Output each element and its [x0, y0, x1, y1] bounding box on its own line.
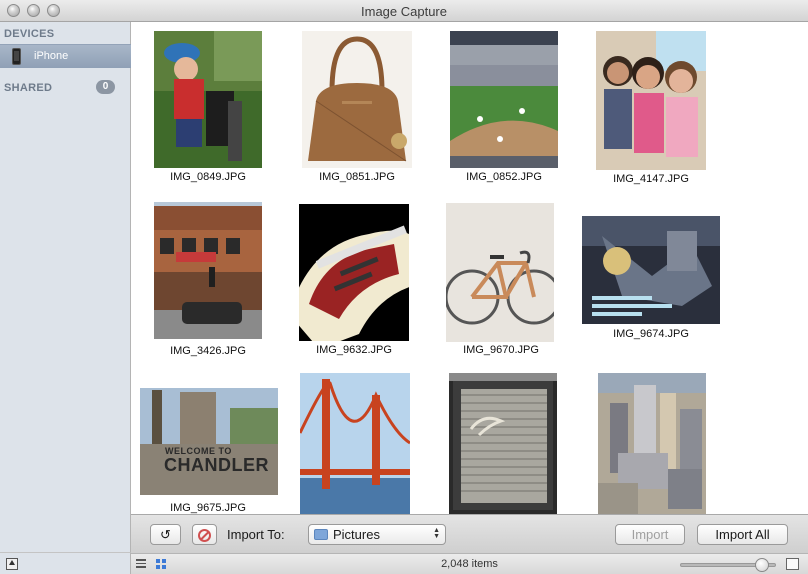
- photo-filename: IMG_9674.JPG: [613, 328, 689, 340]
- photo-grid: IMG_0849.JPG IMG_0851.JPG IMG_0852.JPG I…: [131, 22, 808, 514]
- status-bar: 2,048 items: [131, 553, 808, 574]
- photo-thumbnail[interactable]: [449, 373, 557, 514]
- sidebar-item-label: iPhone: [34, 50, 69, 62]
- photo-filename: IMG_0849.JPG: [170, 171, 246, 183]
- rotate-left-icon: ↺: [160, 527, 171, 542]
- photo-thumbnail[interactable]: [450, 31, 558, 168]
- import-all-button[interactable]: Import All: [697, 524, 788, 545]
- rotate-left-button[interactable]: ↺: [150, 524, 181, 545]
- photo-thumbnail[interactable]: [582, 216, 720, 324]
- thumbnail-size-slider-knob[interactable]: [755, 558, 769, 572]
- title-bar: Image Capture: [0, 0, 808, 22]
- window-title: Image Capture: [361, 4, 447, 19]
- photo-filename: IMG_9670.JPG: [463, 344, 539, 356]
- photo-filename: IMG_9632.JPG: [316, 344, 392, 356]
- import-destination-select[interactable]: Pictures ▲ ▼: [308, 524, 446, 545]
- photo-thumbnail[interactable]: [598, 373, 706, 514]
- photo-filename: IMG_0852.JPG: [466, 171, 542, 183]
- sidebar: DEVICES iPhone SHARED 0: [0, 22, 131, 552]
- sidebar-item-iphone[interactable]: iPhone: [0, 44, 131, 68]
- delete-icon: [198, 529, 211, 542]
- photo-filename: IMG_9675.JPG: [170, 502, 246, 514]
- import-toolbar: ↺ Import To: Pictures ▲ ▼ Import Import A…: [131, 514, 808, 553]
- photo-thumbnail[interactable]: [154, 31, 262, 168]
- popup-arrows-icon: ▲ ▼: [433, 527, 440, 540]
- folder-icon: [314, 529, 328, 540]
- large-thumbnail-icon: [786, 558, 799, 570]
- import-button[interactable]: Import: [615, 524, 685, 545]
- import-to-label: Import To:: [227, 527, 285, 542]
- sign-text-chandler: CHANDLER: [164, 455, 269, 475]
- import-destination-value: Pictures: [333, 527, 380, 542]
- photo-thumbnail[interactable]: [596, 31, 706, 170]
- shared-count-badge: 0: [96, 80, 115, 94]
- photo-filename: IMG_3426.JPG: [170, 345, 246, 357]
- photo-filename: IMG_0851.JPG: [319, 171, 395, 183]
- devices-heading: DEVICES: [4, 28, 55, 40]
- show-hide-sidebar-icon[interactable]: [6, 558, 18, 570]
- photo-thumbnail[interactable]: [140, 388, 278, 495]
- shared-heading: SHARED: [4, 82, 53, 94]
- photo-thumbnail[interactable]: [446, 203, 554, 342]
- photo-thumbnail[interactable]: [302, 31, 412, 168]
- photo-filename: IMG_4147.JPG: [613, 173, 689, 185]
- iphone-icon: [12, 48, 21, 65]
- photo-thumbnail[interactable]: [154, 202, 262, 339]
- delete-button[interactable]: [192, 524, 217, 545]
- photo-thumbnail[interactable]: [300, 373, 410, 514]
- photo-thumbnail[interactable]: [299, 204, 409, 341]
- sidebar-footer: [0, 552, 131, 574]
